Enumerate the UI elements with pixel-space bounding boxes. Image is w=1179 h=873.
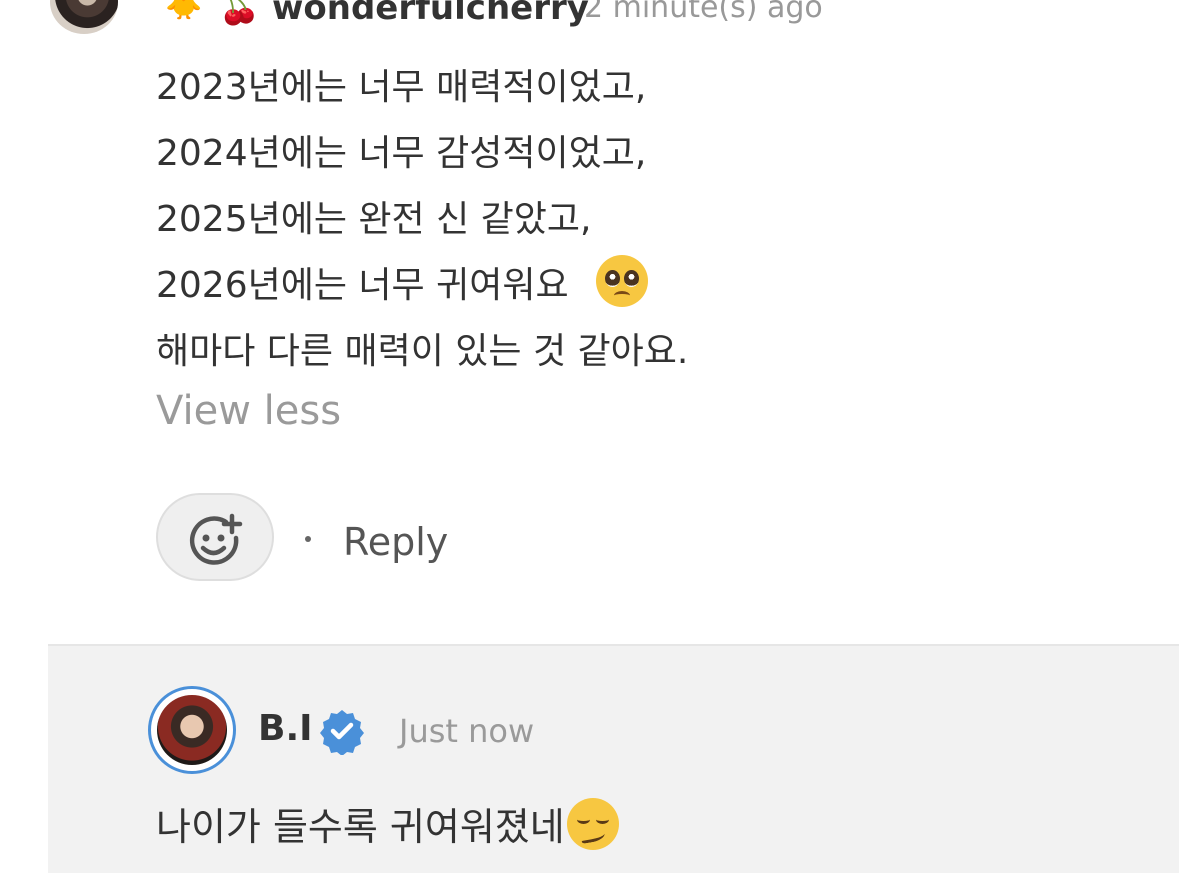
verified-badge-icon	[320, 710, 364, 755]
comment-line: 해마다 다른 매력이 있는 것 같아요.	[156, 331, 689, 372]
comment-body: 2023년에는 너무 매력적이었고, 2024년에는 너무 감성적이었고, 20…	[156, 55, 1156, 385]
comment-header: 🐥 🍒 wonderfulcherry 2 minute(s) ago	[0, 0, 1179, 40]
reply-username[interactable]: B.I	[258, 708, 313, 749]
chick-badge-icon: 🐥	[165, 0, 203, 22]
avatar[interactable]	[50, 0, 118, 34]
comment-line-with-emoji: 2026년에는 너무 귀여워요	[156, 253, 1156, 319]
pleading-face-icon	[596, 255, 649, 307]
reply-text-row: 나이가 들수록 귀여워졌네	[156, 796, 619, 851]
comment-line: 2023년에는 너무 매력적이었고,	[156, 67, 647, 108]
separator-dot	[305, 536, 311, 542]
comment-line: 2026년에는 너무 귀여워요	[156, 265, 569, 306]
smirking-face-icon	[566, 798, 619, 850]
comment-timestamp: 2 minute(s) ago	[584, 0, 823, 25]
comment-line: 2025년에는 완전 신 같았고,	[156, 199, 592, 240]
reply-text: 나이가 들수록 귀여워졌네	[156, 805, 565, 849]
reply-avatar[interactable]	[148, 686, 236, 774]
comment-line: 2024년에는 너무 감성적이었고,	[156, 133, 647, 174]
add-reaction-button[interactable]	[156, 493, 274, 581]
view-less-link[interactable]: View less	[156, 388, 341, 434]
reply-button[interactable]: Reply	[343, 520, 448, 564]
more-options-icon[interactable]	[1104, 0, 1118, 12]
add-emoji-icon	[189, 513, 243, 565]
cherry-badge-icon: 🍒	[218, 0, 261, 27]
comment-thread: 🐥 🍒 wonderfulcherry 2 minute(s) ago 2023…	[0, 0, 1179, 873]
reply-timestamp: Just now	[399, 712, 535, 750]
avatar-image	[157, 695, 227, 765]
comment-username[interactable]: wonderfulcherry	[272, 0, 589, 28]
